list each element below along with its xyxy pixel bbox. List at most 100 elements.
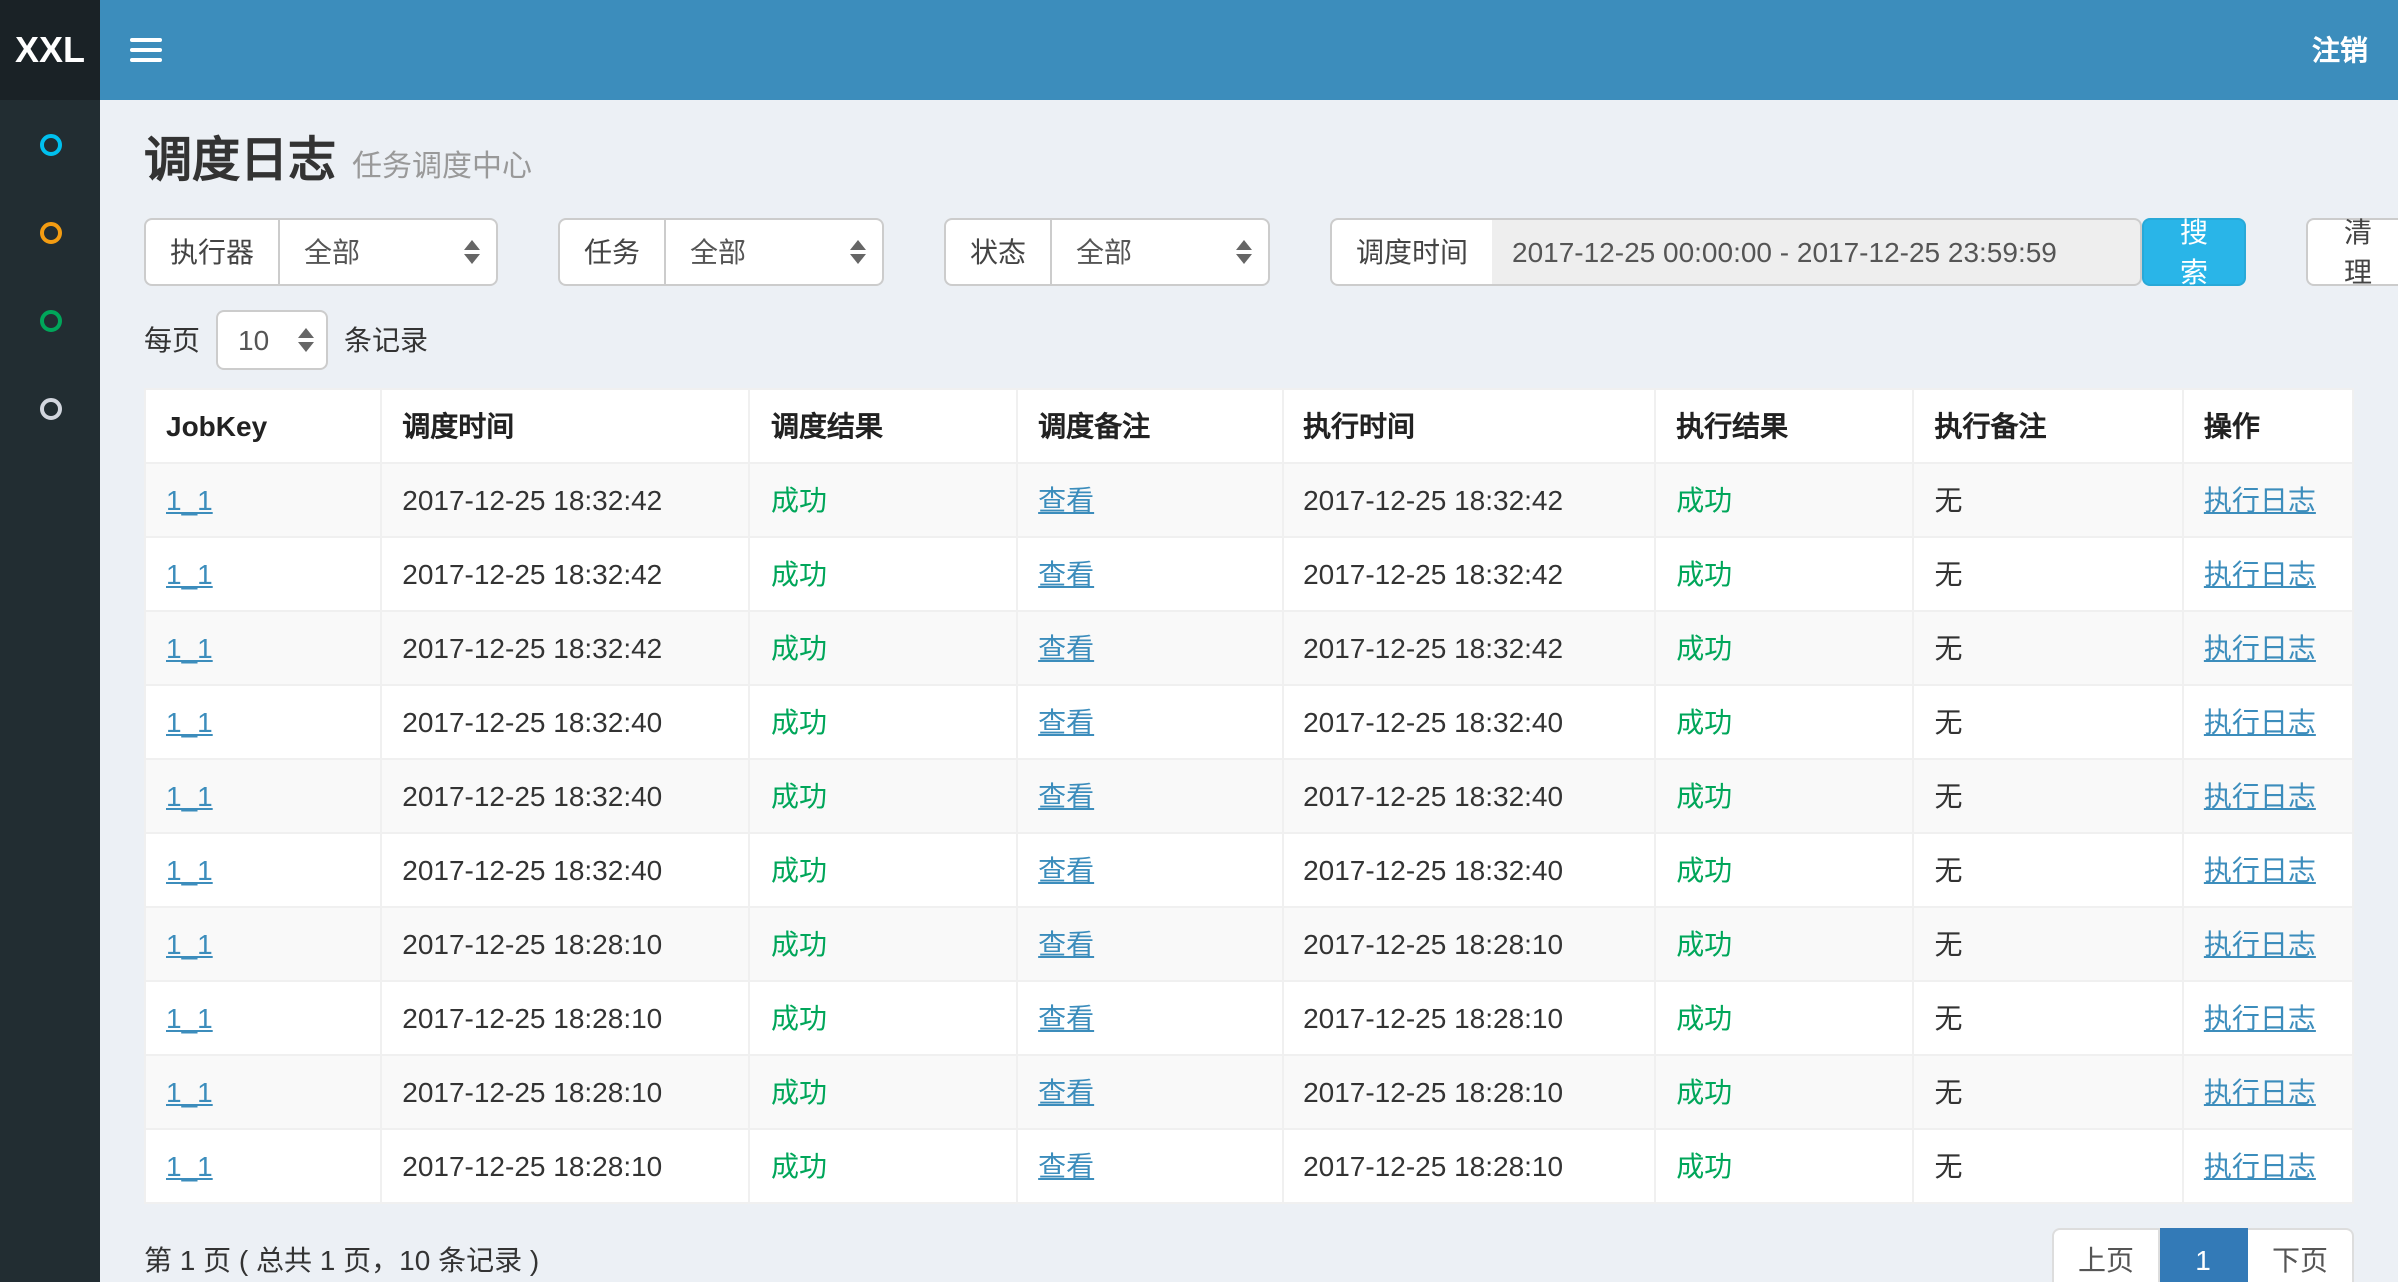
handle-msg: 无 <box>1935 854 1963 886</box>
sidebar-item-2[interactable] <box>0 188 100 276</box>
jobkey-link[interactable]: 1_1 <box>166 1002 213 1034</box>
handle-result: 成功 <box>1676 706 1732 738</box>
handle-msg: 无 <box>1935 558 1963 590</box>
menu-icon <box>129 38 161 62</box>
trigger-time: 2017-12-25 18:32:42 <box>402 558 662 590</box>
trigger-time: 2017-12-25 18:32:40 <box>402 706 662 738</box>
handle-msg: 无 <box>1935 780 1963 812</box>
trigger-time: 2017-12-25 18:28:10 <box>402 1076 662 1108</box>
jobkey-link[interactable]: 1_1 <box>166 558 213 590</box>
handle-result: 成功 <box>1676 1076 1732 1108</box>
top-navbar: XXL 注销 <box>0 0 2398 100</box>
trigger-result: 成功 <box>771 558 827 590</box>
sidebar-item-1[interactable] <box>0 100 100 188</box>
trigger-time: 2017-12-25 18:32:40 <box>402 780 662 812</box>
table-row: 1_12017-12-25 18:28:10成功查看2017-12-25 18:… <box>145 981 2353 1055</box>
jobkey-link[interactable]: 1_1 <box>166 706 213 738</box>
jobkey-link[interactable]: 1_1 <box>166 854 213 886</box>
next-page-button[interactable]: 下页 <box>2248 1228 2354 1282</box>
circle-outline-icon <box>39 397 61 419</box>
trigger-result: 成功 <box>771 1002 827 1034</box>
trigger-result: 成功 <box>771 928 827 960</box>
page-title: 调度日志 <box>144 134 336 188</box>
trigger-msg-link[interactable]: 查看 <box>1038 1076 1094 1108</box>
execution-log-link[interactable]: 执行日志 <box>2204 558 2316 590</box>
app-root: XXL 注销 调度日志任务调度中心 执行器 全部 <box>0 0 2398 1282</box>
handle-msg: 无 <box>1935 1076 1963 1108</box>
table-row: 1_12017-12-25 18:32:40成功查看2017-12-25 18:… <box>145 833 2353 907</box>
circle-outline-icon <box>39 133 61 155</box>
table-row: 1_12017-12-25 18:32:42成功查看2017-12-25 18:… <box>145 611 2353 685</box>
sidebar-item-4[interactable] <box>0 364 100 452</box>
trigger-msg-link[interactable]: 查看 <box>1038 558 1094 590</box>
jobkey-link[interactable]: 1_1 <box>166 484 213 516</box>
handle-time: 2017-12-25 18:32:40 <box>1303 780 1563 812</box>
circle-outline-icon <box>39 221 61 243</box>
app-logo[interactable]: XXL <box>0 0 100 100</box>
clear-button[interactable]: 清理 <box>2306 218 2398 286</box>
handle-time: 2017-12-25 18:28:10 <box>1303 1002 1563 1034</box>
trigger-result: 成功 <box>771 706 827 738</box>
trigger-result: 成功 <box>771 1076 827 1108</box>
column-header-2: 调度结果 <box>750 389 1017 463</box>
trigger-time-input[interactable] <box>1492 218 2142 286</box>
jobkey-link[interactable]: 1_1 <box>166 928 213 960</box>
trigger-result: 成功 <box>771 780 827 812</box>
jobkey-link[interactable]: 1_1 <box>166 1076 213 1108</box>
execution-log-link[interactable]: 执行日志 <box>2204 854 2316 886</box>
execution-log-link[interactable]: 执行日志 <box>2204 632 2316 664</box>
status-label: 状态 <box>944 218 1050 286</box>
trigger-msg-link[interactable]: 查看 <box>1038 780 1094 812</box>
sidebar-item-3[interactable] <box>0 276 100 364</box>
trigger-msg-link[interactable]: 查看 <box>1038 1150 1094 1182</box>
column-header-6: 执行备注 <box>1914 389 2183 463</box>
handle-time: 2017-12-25 18:28:10 <box>1303 928 1563 960</box>
content-header: 调度日志任务调度中心 <box>100 100 2398 202</box>
logout-link[interactable]: 注销 <box>2282 0 2398 100</box>
execution-log-link[interactable]: 执行日志 <box>2204 928 2316 960</box>
execution-log-link[interactable]: 执行日志 <box>2204 484 2316 516</box>
select-arrows-icon <box>1236 240 1252 264</box>
page-subtitle: 任务调度中心 <box>352 150 532 184</box>
prev-page-button[interactable]: 上页 <box>2052 1228 2160 1282</box>
executor-select[interactable]: 全部 <box>278 218 498 286</box>
jobkey-link[interactable]: 1_1 <box>166 780 213 812</box>
status-select[interactable]: 全部 <box>1050 218 1270 286</box>
filter-toolbar: 执行器 全部 任务 全部 状态 全部 <box>144 218 2354 286</box>
trigger-msg-link[interactable]: 查看 <box>1038 1002 1094 1034</box>
trigger-msg-link[interactable]: 查看 <box>1038 854 1094 886</box>
table-footer: 第 1 页 ( 总共 1 页，10 条记录 ) 上页 1 下页 <box>144 1228 2354 1282</box>
trigger-time: 2017-12-25 18:32:42 <box>402 484 662 516</box>
execution-log-link[interactable]: 执行日志 <box>2204 1002 2316 1034</box>
table-row: 1_12017-12-25 18:28:10成功查看2017-12-25 18:… <box>145 1129 2353 1203</box>
trigger-msg-link[interactable]: 查看 <box>1038 706 1094 738</box>
select-arrows-icon <box>298 328 314 352</box>
handle-result: 成功 <box>1676 780 1732 812</box>
jobkey-link[interactable]: 1_1 <box>166 1150 213 1182</box>
execution-log-link[interactable]: 执行日志 <box>2204 706 2316 738</box>
trigger-time: 2017-12-25 18:32:42 <box>402 632 662 664</box>
page-1-button[interactable]: 1 <box>2160 1228 2248 1282</box>
table-row: 1_12017-12-25 18:28:10成功查看2017-12-25 18:… <box>145 1055 2353 1129</box>
log-table: JobKey调度时间调度结果调度备注执行时间执行结果执行备注操作 1_12017… <box>144 388 2354 1204</box>
trigger-result: 成功 <box>771 854 827 886</box>
search-button[interactable]: 搜索 <box>2142 218 2246 286</box>
job-select-value: 全部 <box>690 232 746 272</box>
table-row: 1_12017-12-25 18:28:10成功查看2017-12-25 18:… <box>145 907 2353 981</box>
trigger-msg-link[interactable]: 查看 <box>1038 632 1094 664</box>
table-header-row: JobKey调度时间调度结果调度备注执行时间执行结果执行备注操作 <box>145 389 2353 463</box>
main-content: 调度日志任务调度中心 执行器 全部 任务 全部 <box>100 100 2398 1282</box>
column-header-5: 执行结果 <box>1655 389 1913 463</box>
log-table-body: 1_12017-12-25 18:32:42成功查看2017-12-25 18:… <box>145 463 2353 1203</box>
sidebar-toggle-button[interactable] <box>100 0 190 100</box>
execution-log-link[interactable]: 执行日志 <box>2204 780 2316 812</box>
trigger-msg-link[interactable]: 查看 <box>1038 484 1094 516</box>
execution-log-link[interactable]: 执行日志 <box>2204 1076 2316 1108</box>
table-row: 1_12017-12-25 18:32:42成功查看2017-12-25 18:… <box>145 537 2353 611</box>
trigger-msg-link[interactable]: 查看 <box>1038 928 1094 960</box>
jobkey-link[interactable]: 1_1 <box>166 632 213 664</box>
job-select[interactable]: 全部 <box>664 218 884 286</box>
handle-msg: 无 <box>1935 632 1963 664</box>
page-size-select[interactable]: 10 <box>216 310 328 370</box>
execution-log-link[interactable]: 执行日志 <box>2204 1150 2316 1182</box>
